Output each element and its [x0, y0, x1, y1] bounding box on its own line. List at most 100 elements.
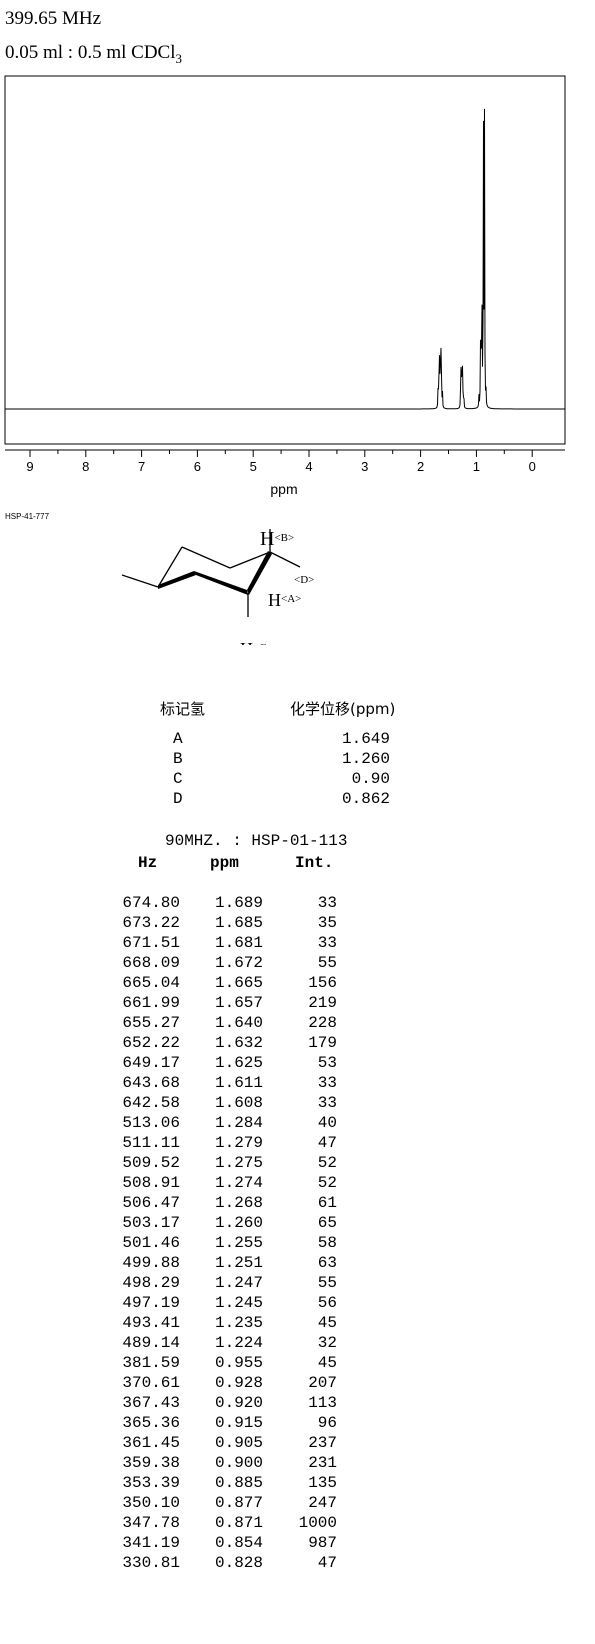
peak-row: 330.81 0.828 47 — [115, 1554, 355, 1574]
assignment-row: D 0.862 — [160, 790, 460, 810]
peak-row: 649.17 1.625 53 — [115, 1054, 355, 1074]
peak-row: 508.91 1.274 52 — [115, 1174, 355, 1194]
peak-hz: 359.38 — [122, 1454, 180, 1472]
peak-hz: 674.80 — [122, 894, 180, 912]
peak-hz: 665.04 — [122, 974, 180, 992]
peak-row: 652.22 1.632 179 — [115, 1034, 355, 1054]
peak-int: 156 — [308, 974, 337, 992]
peak-list-header: Hz ppm Int. — [115, 854, 355, 876]
wedge-bond-front-left — [158, 571, 196, 589]
peak-hz: 671.51 — [122, 934, 180, 952]
x-tick-label: 4 — [305, 459, 312, 474]
peak-hz: 643.68 — [122, 1074, 180, 1092]
label-hb: H<B> — [260, 528, 294, 550]
peak-row: 513.06 1.284 40 — [115, 1114, 355, 1134]
peak-int: 113 — [308, 1394, 337, 1412]
peak-int: 53 — [317, 1054, 337, 1072]
solvent-text: 0.05 ml : 0.5 ml CDCl — [5, 42, 176, 63]
peak-int: 179 — [308, 1034, 337, 1052]
peak-int: 45 — [317, 1354, 337, 1372]
x-axis-tick-labels: 9 8 7 6 5 4 3 2 1 0 — [26, 459, 535, 474]
peak-hz: 499.88 — [122, 1254, 180, 1272]
peak-ppm: 1.275 — [214, 1154, 263, 1172]
peak-row: 370.61 0.928 207 — [115, 1374, 355, 1394]
assignment-row: C 0.90 — [160, 770, 460, 790]
peak-hz: 370.61 — [122, 1374, 180, 1392]
peak-row: 668.09 1.672 55 — [115, 954, 355, 974]
peak-int: 135 — [308, 1474, 337, 1492]
peak-hz: 501.46 — [122, 1234, 180, 1252]
peak-int: 47 — [317, 1554, 337, 1572]
x-tick-label: 3 — [361, 459, 368, 474]
peak-ppm: 0.828 — [214, 1554, 263, 1572]
peak-int: 63 — [317, 1254, 337, 1272]
peak-int: 35 — [317, 914, 337, 932]
peak-row: 367.43 0.920 113 — [115, 1394, 355, 1414]
peak-row: 347.78 0.871 1000 — [115, 1514, 355, 1534]
assign-col-label-header: 标记氢 — [160, 700, 206, 718]
peak-int: 55 — [317, 954, 337, 972]
peak-row: 489.14 1.224 32 — [115, 1334, 355, 1354]
peak-ppm: 1.268 — [214, 1194, 263, 1212]
peak-ppm: 1.611 — [214, 1074, 263, 1092]
peak-hz: 661.99 — [122, 994, 180, 1012]
peak-ppm: 1.260 — [214, 1214, 263, 1232]
assignment-shift: 1.649 — [341, 730, 390, 748]
peak-hz: 341.19 — [122, 1534, 180, 1552]
spectrum-trace — [5, 108, 565, 410]
label-hc: H<C> — [240, 639, 273, 645]
peak-ppm: 1.247 — [214, 1274, 263, 1292]
solvent-info: 0.05 ml : 0.5 ml CDCl3 — [5, 42, 182, 67]
peak-hz: 498.29 — [122, 1274, 180, 1292]
peak-hz: 497.19 — [122, 1294, 180, 1312]
peak-row: 341.19 0.854 987 — [115, 1534, 355, 1554]
x-tick-label: 9 — [26, 459, 33, 474]
peak-ppm: 0.885 — [214, 1474, 263, 1492]
bond-upper-back — [181, 546, 231, 569]
peak-ppm: 0.877 — [214, 1494, 263, 1512]
peak-ppm: 1.251 — [214, 1254, 263, 1272]
peak-hz: 353.39 — [122, 1474, 180, 1492]
peak-row: 509.52 1.275 52 — [115, 1154, 355, 1174]
peak-hz: 506.47 — [122, 1194, 180, 1212]
peak-int: 65 — [317, 1214, 337, 1232]
peak-row: 499.88 1.251 63 — [115, 1254, 355, 1274]
peak-ppm: 1.672 — [214, 954, 263, 972]
col-hz-header: Hz — [138, 854, 158, 872]
peak-row: 671.51 1.681 33 — [115, 934, 355, 954]
peak-int: 40 — [317, 1114, 337, 1132]
assignment-shift: 0.90 — [351, 770, 390, 788]
peak-row: 673.22 1.685 35 — [115, 914, 355, 934]
peak-int: 47 — [317, 1134, 337, 1152]
peak-ppm: 1.625 — [214, 1054, 263, 1072]
peak-ppm: 1.284 — [214, 1114, 263, 1132]
peak-int: 219 — [308, 994, 337, 1012]
peak-row: 655.27 1.640 228 — [115, 1014, 355, 1034]
peak-marks — [440, 106, 483, 409]
peak-ppm: 1.224 — [214, 1334, 263, 1352]
peak-hz: 493.41 — [122, 1314, 180, 1332]
peak-int: 56 — [317, 1294, 337, 1312]
peak-hz: 503.17 — [122, 1214, 180, 1232]
peak-hz: 508.91 — [122, 1174, 180, 1192]
peak-list-title: 90MHZ. : HSP-01-113 — [165, 832, 348, 850]
peak-row: 642.58 1.608 33 — [115, 1094, 355, 1114]
x-tick-label: 1 — [473, 459, 480, 474]
peak-int: 33 — [317, 1094, 337, 1112]
assignment-shift: 1.260 — [341, 750, 390, 768]
bond-ch-a — [269, 551, 301, 568]
x-tick-label: 2 — [417, 459, 424, 474]
bond-methyl — [121, 574, 159, 588]
peak-int: 228 — [308, 1014, 337, 1032]
peak-int: 1000 — [298, 1514, 337, 1532]
peak-hz: 330.81 — [122, 1554, 180, 1572]
peak-hz: 381.59 — [122, 1354, 180, 1372]
peak-row: 661.99 1.657 219 — [115, 994, 355, 1014]
assignment-label: B — [173, 750, 183, 768]
peak-hz: 489.14 — [122, 1334, 180, 1352]
peak-ppm: 1.245 — [214, 1294, 263, 1312]
peak-ppm: 0.920 — [214, 1394, 263, 1412]
peak-row: 665.04 1.665 156 — [115, 974, 355, 994]
peak-hz: 350.10 — [122, 1494, 180, 1512]
peak-int: 987 — [308, 1534, 337, 1552]
